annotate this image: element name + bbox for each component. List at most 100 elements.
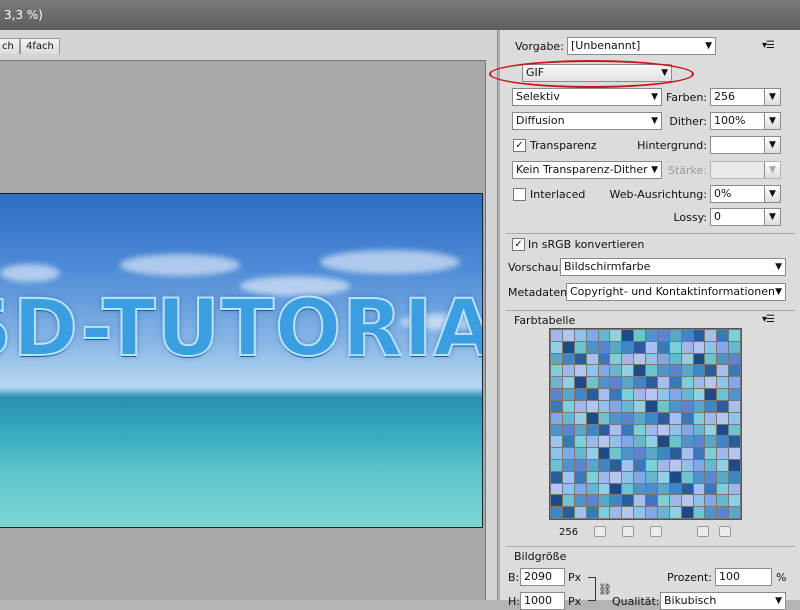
color-swatch[interactable] [693,436,705,448]
color-swatch[interactable] [598,330,610,341]
color-swatch[interactable] [646,424,657,436]
color-swatch[interactable] [610,448,622,459]
color-swatch[interactable] [598,436,610,448]
color-swatch[interactable] [693,330,705,341]
color-swatch[interactable] [634,341,645,353]
color-swatch[interactable] [729,377,740,389]
matte-combo[interactable]: ▼ [710,136,781,154]
color-swatch[interactable] [693,495,705,507]
height-input[interactable]: 1000 [520,592,565,610]
color-swatch[interactable] [622,448,634,459]
color-swatch[interactable] [717,448,729,459]
color-swatch[interactable] [681,448,693,459]
color-swatch[interactable] [598,365,610,377]
color-swatch[interactable] [657,353,669,365]
color-swatch[interactable] [681,495,693,507]
panel-menu-icon[interactable]: ▾☰ [762,40,775,51]
color-swatch[interactable] [717,389,729,400]
color-swatch[interactable] [657,389,669,400]
color-swatch[interactable] [681,377,693,389]
color-swatch[interactable] [622,483,634,495]
color-swatch[interactable] [562,389,574,400]
color-swatch[interactable] [574,471,586,483]
color-swatch[interactable] [681,400,693,412]
color-swatch[interactable] [729,400,740,412]
color-swatch[interactable] [610,471,622,483]
color-swatch[interactable] [562,471,574,483]
color-swatch[interactable] [717,483,729,495]
color-swatch[interactable] [574,341,586,353]
color-swatch[interactable] [562,353,574,365]
color-swatch[interactable] [669,341,681,353]
color-swatch[interactable] [586,507,598,518]
color-swatch[interactable] [693,377,705,389]
color-swatch[interactable] [693,365,705,377]
color-swatch[interactable] [586,353,598,365]
color-swatch[interactable] [634,495,645,507]
color-swatch[interactable] [551,377,562,389]
color-swatch[interactable] [669,459,681,471]
color-swatch[interactable] [705,389,717,400]
color-swatch[interactable] [717,495,729,507]
color-swatch[interactable] [705,330,717,341]
color-swatch[interactable] [729,389,740,400]
color-swatch[interactable] [610,507,622,518]
color-swatch[interactable] [610,377,622,389]
color-swatch[interactable] [717,424,729,436]
color-swatch[interactable] [551,353,562,365]
color-swatch[interactable] [705,507,717,518]
chevron-down-icon[interactable]: ▼ [764,137,780,153]
color-swatch[interactable] [562,400,574,412]
color-swatch[interactable] [551,448,562,459]
color-swatch[interactable] [574,389,586,400]
colors-combo[interactable]: 256 ▼ [710,88,781,106]
color-swatch[interactable] [646,436,657,448]
color-swatch[interactable] [610,389,622,400]
color-swatch[interactable] [622,365,634,377]
color-swatch[interactable] [729,424,740,436]
color-swatch[interactable] [634,330,645,341]
color-swatch[interactable] [681,412,693,424]
color-swatch[interactable] [669,471,681,483]
color-swatch[interactable] [705,353,717,365]
color-swatch[interactable] [717,330,729,341]
tab-2fach[interactable]: ch [0,38,20,54]
color-swatch[interactable] [598,471,610,483]
color-swatch[interactable] [693,507,705,518]
color-swatch[interactable] [551,412,562,424]
color-swatch[interactable] [551,400,562,412]
color-swatch[interactable] [586,341,598,353]
color-swatch[interactable] [705,365,717,377]
color-swatch[interactable] [562,495,574,507]
color-swatch[interactable] [574,330,586,341]
quality-select[interactable]: Bikubisch ▼ [660,592,786,610]
color-swatch[interactable] [705,483,717,495]
color-swatch[interactable] [657,507,669,518]
color-swatch[interactable] [729,483,740,495]
color-swatch[interactable] [729,436,740,448]
color-swatch[interactable] [717,400,729,412]
color-swatch[interactable] [681,471,693,483]
color-swatch[interactable] [598,495,610,507]
color-swatch[interactable] [717,353,729,365]
color-swatch[interactable] [705,471,717,483]
chevron-down-icon[interactable]: ▼ [764,186,780,202]
color-swatch[interactable] [657,436,669,448]
color-swatch[interactable] [574,436,586,448]
color-swatch[interactable] [729,353,740,365]
color-swatch[interactable] [705,459,717,471]
color-swatch[interactable] [586,389,598,400]
color-swatch[interactable] [598,412,610,424]
color-swatch[interactable] [646,471,657,483]
transparency-checkbox[interactable]: ✓ [513,139,526,152]
color-swatch[interactable] [669,353,681,365]
color-swatch[interactable] [598,459,610,471]
color-swatch[interactable] [657,459,669,471]
color-swatch[interactable] [669,365,681,377]
color-swatch[interactable] [669,507,681,518]
color-swatch[interactable] [562,459,574,471]
color-swatch[interactable] [693,471,705,483]
color-table-menu-icon[interactable]: ▾☰ [762,314,775,325]
color-swatch[interactable] [551,495,562,507]
color-swatch[interactable] [634,377,645,389]
